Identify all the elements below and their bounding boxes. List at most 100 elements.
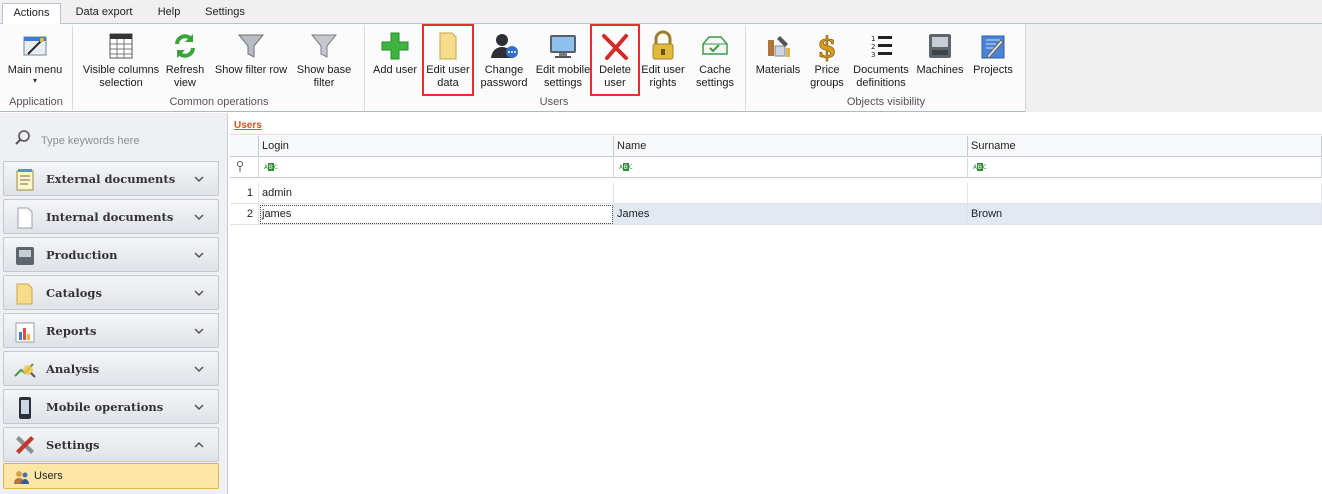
main-menu-icon [19, 30, 51, 62]
ribbon-tab-bar: Actions Data export Help Settings [0, 0, 1322, 25]
chevron-down-icon [194, 325, 204, 335]
main-menu-button[interactable]: Main menu ▾ [4, 26, 66, 94]
filter-cell-name[interactable]: ABC [614, 158, 968, 178]
materials-icon [762, 30, 794, 62]
chevron-down-icon [194, 211, 204, 221]
cache-drive-icon [699, 30, 731, 62]
materials-label: Materials [755, 64, 801, 76]
nav-item-label: External documents [46, 172, 176, 186]
visible-columns-label: Visible columns selection [82, 64, 160, 89]
refresh-label: Refresh view [165, 64, 205, 89]
nav-item-settings[interactable]: Settings [3, 427, 219, 462]
panel-caption: Users [230, 117, 1322, 135]
text-filter-icon: ABC [973, 163, 987, 171]
price-groups-button[interactable]: $ Price groups [806, 26, 848, 94]
folder-icon [432, 30, 464, 62]
group-label-common: Common operations [169, 96, 269, 108]
column-header-login[interactable]: Login [259, 136, 614, 157]
nav-item-catalogs[interactable]: Catalogs [3, 275, 219, 310]
nav-item-internal-documents[interactable]: Internal documents [3, 199, 219, 234]
refresh-view-button[interactable]: Refresh view [162, 26, 208, 94]
delete-user-button[interactable]: Delete user [590, 24, 640, 96]
nav-item-production[interactable]: Production [3, 237, 219, 272]
chevron-down-icon [194, 401, 204, 411]
cache-settings-button[interactable]: Cache settings [690, 26, 740, 94]
show-base-filter-button[interactable]: Show base filter [294, 26, 354, 94]
column-header-name[interactable]: Name [614, 136, 968, 157]
show-base-filter-label: Show base filter [296, 64, 352, 89]
tab-settings[interactable]: Settings [196, 3, 254, 24]
delete-x-icon [599, 30, 631, 62]
cell-surname[interactable]: Brown [968, 204, 1322, 225]
nav-item-mobile-operations[interactable]: Mobile operations [3, 389, 219, 424]
ribbon: Main menu ▾ Application Visible columns … [0, 24, 1322, 112]
nav-subitem-label: Users [34, 470, 63, 482]
tab-actions[interactable]: Actions [2, 3, 61, 25]
cell-surname[interactable] [968, 183, 1322, 204]
edit-mobile-settings-label: Edit mobile settings [535, 64, 591, 89]
plus-icon [379, 30, 411, 62]
edit-user-data-button[interactable]: Edit user data [422, 24, 474, 96]
search-input[interactable]: Type keywords here [41, 135, 139, 147]
row-number[interactable]: 2 [230, 204, 259, 225]
projects-label: Projects [973, 64, 1013, 76]
nav-item-label: Production [46, 248, 118, 262]
phone-icon [13, 396, 37, 420]
change-password-button[interactable]: Change password [478, 26, 530, 94]
nav-item-external-documents[interactable]: External documents [3, 161, 219, 196]
add-user-button[interactable]: Add user [370, 26, 420, 94]
ribbon-empty-area [1025, 24, 1322, 112]
nav-search[interactable]: Type keywords here [2, 115, 226, 159]
table-columns-icon [105, 30, 137, 62]
materials-button[interactable]: Materials [752, 26, 804, 94]
machines-label: Machines [916, 64, 964, 76]
show-filter-row-button[interactable]: Show filter row [212, 26, 290, 94]
cell-login[interactable]: admin [259, 183, 614, 204]
nav-item-label: Catalogs [46, 286, 102, 300]
nav-item-label: Reports [46, 324, 97, 338]
pin-icon [236, 161, 244, 176]
edit-user-rights-button[interactable]: Edit user rights [640, 26, 686, 94]
monitor-icon [547, 30, 579, 62]
svg-text:1: 1 [871, 35, 875, 43]
chevron-down-icon [194, 363, 204, 373]
documents-definitions-label: Documents definitions [853, 64, 909, 89]
nav-item-reports[interactable]: Reports [3, 313, 219, 348]
edit-mobile-settings-button[interactable]: Edit mobile settings [534, 26, 592, 94]
users-panel: Users Login Name Surname ABC ABC ABC 1 a… [230, 113, 1322, 494]
column-header-surname[interactable]: Surname [968, 136, 1322, 157]
row-number[interactable]: 1 [230, 183, 259, 204]
svg-text:$: $ [817, 31, 836, 62]
chevron-down-icon [194, 287, 204, 297]
row-indicator-header [230, 136, 259, 157]
cell-name[interactable]: James [614, 204, 968, 225]
funnel-icon [235, 30, 267, 62]
svg-text:2: 2 [871, 43, 875, 51]
filter-cell-login[interactable]: ABC [259, 158, 614, 178]
group-label-users: Users [539, 96, 569, 108]
cache-settings-label: Cache settings [696, 64, 734, 89]
machines-button[interactable]: Machines [914, 26, 966, 94]
nav-subitem-users[interactable]: Users [3, 463, 219, 489]
text-filter-icon: ABC [264, 163, 278, 171]
delete-user-label: Delete user [599, 64, 631, 89]
nav-item-label: Internal documents [46, 210, 174, 224]
filter-cell-surname[interactable]: ABC [968, 158, 1322, 178]
projects-button[interactable]: Projects [968, 26, 1018, 94]
funnel-icon [308, 30, 340, 62]
documents-definitions-button[interactable]: 123 Documents definitions [850, 26, 912, 94]
dropdown-arrow-icon: ▾ [32, 76, 37, 85]
text-filter-icon: ABC [619, 163, 633, 171]
numbered-list-icon: 123 [865, 30, 897, 62]
tab-data-export[interactable]: Data export [66, 3, 142, 24]
tab-help[interactable]: Help [148, 3, 190, 24]
nav-item-analysis[interactable]: Analysis [3, 351, 219, 386]
visible-columns-button[interactable]: Visible columns selection [82, 26, 160, 94]
bar-chart-icon [13, 320, 37, 344]
nav-item-label: Settings [46, 438, 100, 452]
blank-document-icon [13, 206, 37, 230]
cell-name[interactable] [614, 183, 968, 204]
change-password-label: Change password [480, 64, 528, 89]
panel-caption-text[interactable]: Users [234, 120, 262, 131]
cell-login[interactable]: james [259, 204, 614, 225]
